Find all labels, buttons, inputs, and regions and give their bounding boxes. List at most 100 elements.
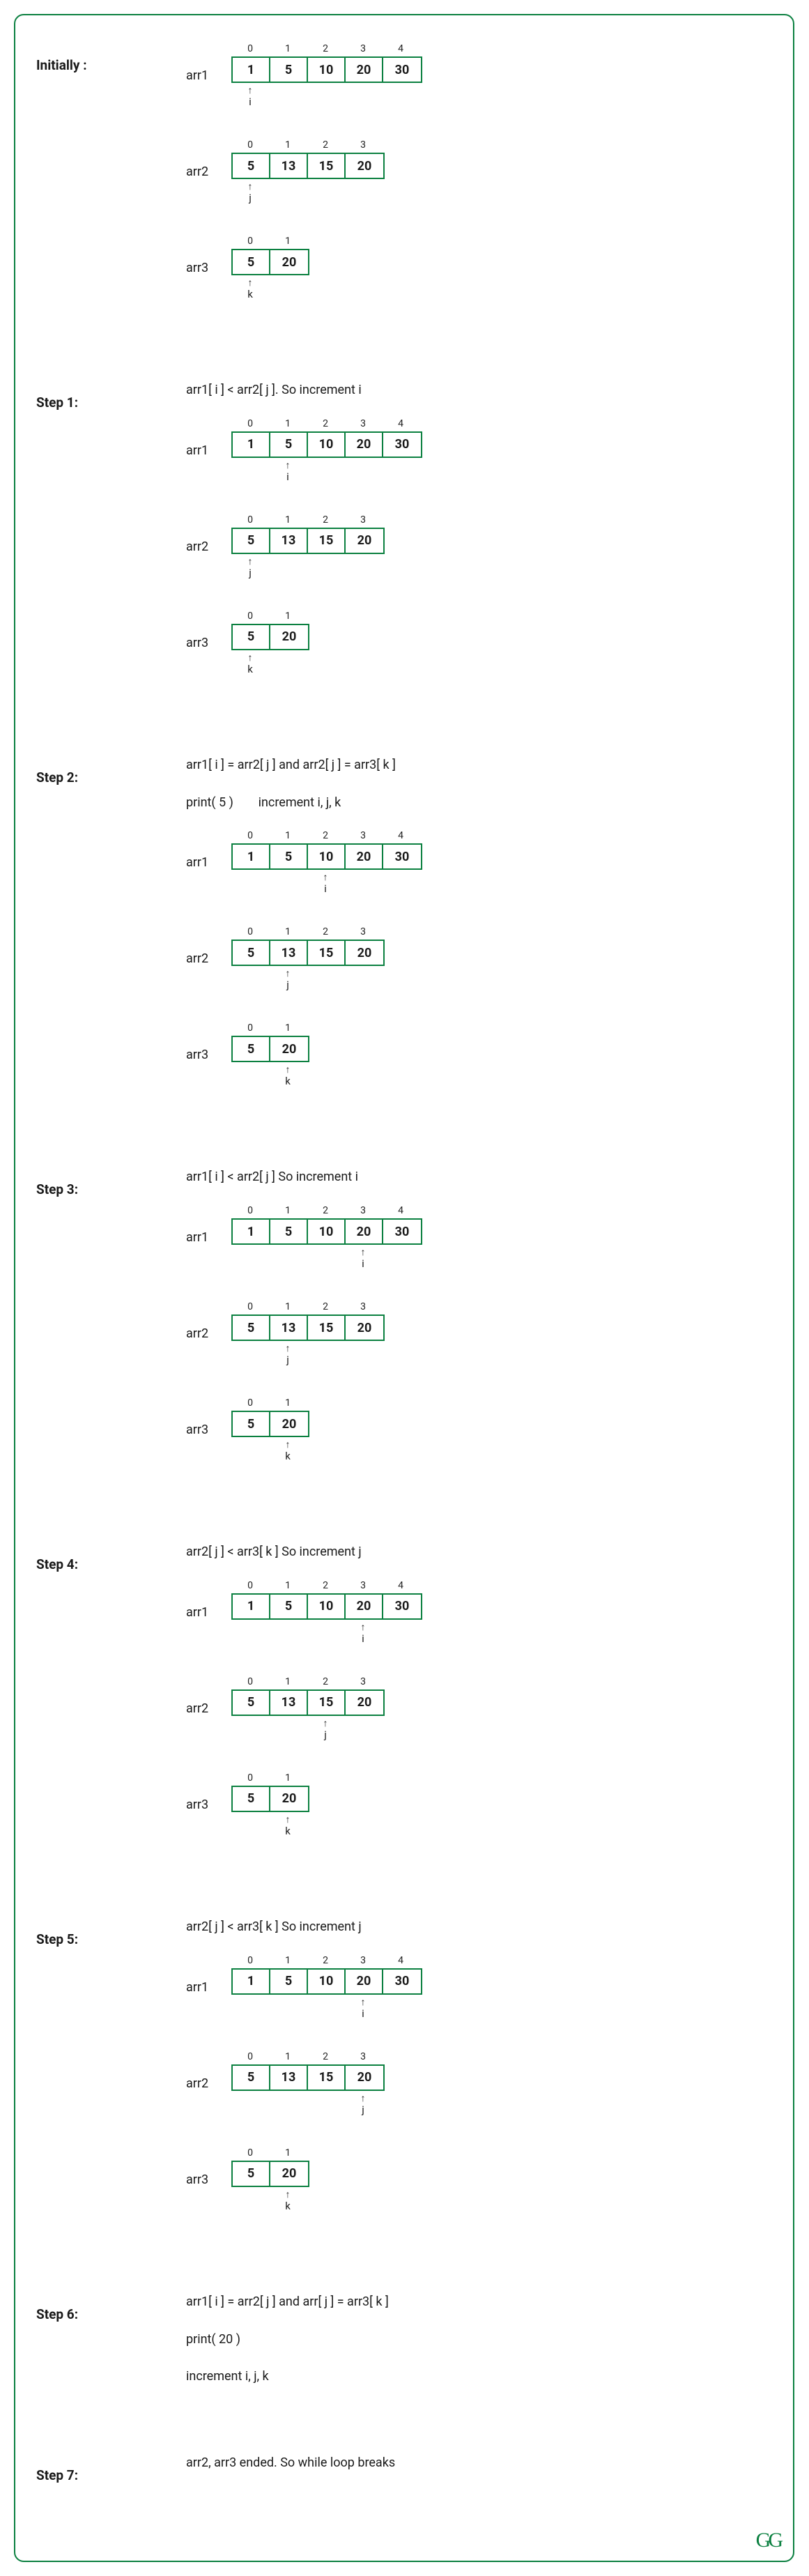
- cell: 10: [308, 433, 346, 457]
- pointer-row: ↑j: [231, 182, 385, 204]
- index-label: 0: [231, 611, 269, 622]
- cell: 13: [270, 1691, 308, 1715]
- array-name: arr2: [186, 951, 224, 966]
- up-arrow-icon: ↑: [286, 1065, 291, 1075]
- index-label: 2: [307, 1580, 344, 1591]
- array-group: arr10123415102030↑i: [186, 1205, 772, 1270]
- step-label: Initially :: [36, 43, 186, 332]
- step-block: Step 5:arr2[ j ] < arr3[ k ] So incremen…: [36, 1917, 772, 2244]
- array-group: arr301520↑k: [186, 611, 772, 675]
- up-arrow-icon: ↑: [286, 461, 291, 470]
- step-description: arr1[ i ] = arr2[ j ] and arr[ j ] = arr…: [186, 2292, 772, 2313]
- array-group: arr201235131520↑j: [186, 926, 772, 991]
- array-name: arr1: [186, 68, 224, 83]
- cell: 5: [270, 1220, 308, 1243]
- index-label: 3: [344, 139, 382, 151]
- array-name: arr1: [186, 443, 224, 458]
- up-arrow-icon: ↑: [361, 1248, 366, 1257]
- array-cells: 5131520: [231, 153, 385, 179]
- step-body: arr2[ j ] < arr3[ k ] So increment jarr1…: [186, 1542, 772, 1869]
- cell: 20: [346, 1316, 383, 1340]
- cell: 5: [270, 845, 308, 868]
- cell: 15: [308, 941, 346, 965]
- index-label: 0: [231, 43, 269, 54]
- pointer-label: j: [249, 567, 252, 579]
- index-label: 3: [344, 418, 382, 429]
- pointer-label: k: [285, 2200, 291, 2212]
- pointer-row: ↑i: [231, 1998, 422, 2020]
- pointer-row: ↑j: [231, 1719, 385, 1741]
- index-label: 1: [269, 1205, 307, 1216]
- step-body: arr10123415102030↑iarr201235131520↑jarr3…: [186, 43, 772, 332]
- index-label: 2: [307, 43, 344, 54]
- index-label: 4: [382, 1580, 419, 1591]
- cell: 20: [346, 845, 383, 868]
- up-arrow-icon: ↑: [286, 1344, 291, 1354]
- cell: 5: [233, 154, 270, 178]
- pointer-label: j: [286, 1354, 289, 1366]
- step-description: arr2, arr3 ended. So while loop breaks: [186, 2453, 772, 2474]
- array-name: arr3: [186, 1423, 224, 1437]
- pointer-row: ↑j: [231, 969, 385, 991]
- pointer-label: k: [247, 288, 253, 300]
- index-label: 0: [231, 1580, 269, 1591]
- up-arrow-icon: ↑: [361, 1998, 366, 2007]
- cell: 10: [308, 1220, 346, 1243]
- cell: 20: [270, 1037, 308, 1061]
- index-label: 1: [269, 1580, 307, 1591]
- cell: 15: [308, 2066, 346, 2090]
- pointer-label: i: [286, 470, 289, 483]
- index-label: 2: [307, 1205, 344, 1216]
- index-label: 4: [382, 1205, 419, 1216]
- array-name: arr2: [186, 539, 224, 554]
- pointer-label: k: [285, 1450, 291, 1462]
- cell: 20: [346, 1220, 383, 1243]
- up-arrow-icon: ↑: [248, 557, 253, 567]
- cell: 10: [308, 1595, 346, 1618]
- cell: 1: [233, 1970, 270, 1993]
- array-group: arr201235131520↑j: [186, 139, 772, 204]
- step-description: increment i, j, k: [186, 2367, 772, 2387]
- array-name: arr3: [186, 2172, 224, 2187]
- pointer-row: ↑i: [231, 1623, 422, 1645]
- array-cells: 15102030: [231, 1218, 422, 1245]
- cell: 1: [233, 433, 270, 457]
- cell: 1: [233, 58, 270, 82]
- cell: 20: [346, 941, 383, 965]
- index-label: 1: [269, 2051, 307, 2062]
- cell: 30: [383, 845, 421, 868]
- index-row: 01234: [231, 418, 422, 429]
- array-name: arr1: [186, 1230, 224, 1245]
- cell: 30: [383, 58, 421, 82]
- pointer-label: i: [324, 882, 327, 895]
- step-label: Step 2:: [36, 756, 186, 1119]
- cell: 20: [270, 1412, 308, 1436]
- cell: 5: [233, 625, 270, 649]
- index-row: 0123: [231, 926, 385, 937]
- array-name: arr3: [186, 1797, 224, 1812]
- array-cells: 5131520: [231, 1689, 385, 1716]
- cell: 10: [308, 845, 346, 868]
- array-group: arr301520↑k: [186, 236, 772, 300]
- step-body: arr2, arr3 ended. So while loop breaks: [186, 2453, 772, 2491]
- index-label: 1: [269, 236, 307, 247]
- step-body: arr2[ j ] < arr3[ k ] So increment jarr1…: [186, 1917, 772, 2244]
- cell: 5: [233, 1037, 270, 1061]
- up-arrow-icon: ↑: [361, 1623, 366, 1632]
- array-group: arr10123415102030↑i: [186, 43, 772, 108]
- cell: 5: [270, 433, 308, 457]
- step-block: Step 6:arr1[ i ] = arr2[ j ] and arr[ j …: [36, 2292, 772, 2405]
- index-label: 1: [269, 1955, 307, 1966]
- index-label: 0: [231, 2147, 269, 2159]
- index-label: 1: [269, 1397, 307, 1409]
- cell: 1: [233, 1220, 270, 1243]
- step-description: print( 5 ) increment i, j, k: [186, 793, 772, 813]
- cell: 13: [270, 2066, 308, 2090]
- index-label: 1: [269, 926, 307, 937]
- index-row: 0123: [231, 2051, 385, 2062]
- cell: 5: [233, 529, 270, 553]
- index-label: 0: [231, 1676, 269, 1687]
- pointer-row: ↑j: [231, 557, 385, 579]
- array-cells: 15102030: [231, 1968, 422, 1995]
- cell: 30: [383, 1220, 421, 1243]
